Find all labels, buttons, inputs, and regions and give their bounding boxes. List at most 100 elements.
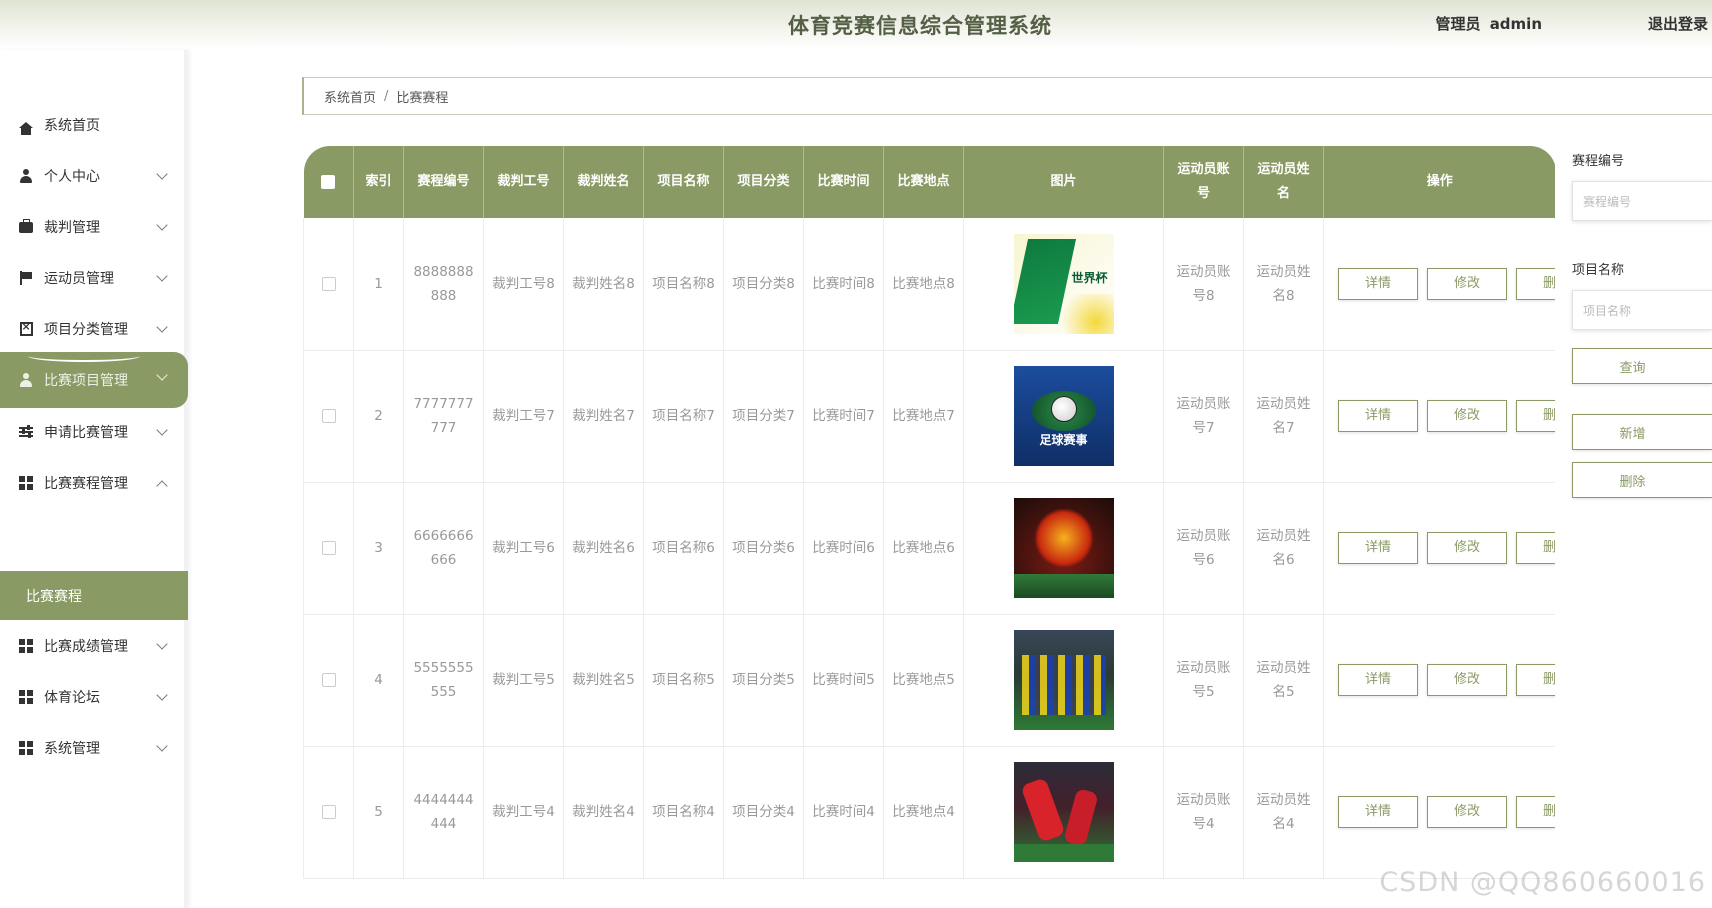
watermark: CSDN @QQ860660016 [1379, 867, 1706, 898]
row-checkbox[interactable] [303, 482, 354, 615]
cell-project-category: 项目分类7 [723, 350, 804, 483]
cell-athlete-name: 运动员姓名8 [1243, 218, 1324, 351]
detail-button[interactable]: 详情 [1338, 664, 1418, 696]
delete-button[interactable]: 删除 [1516, 664, 1555, 696]
detail-button[interactable]: 详情 [1338, 532, 1418, 564]
table-header-row: 索引 赛程编号 裁判工号 裁判姓名 项目名称 项目分类 比赛时间 比赛地点 图片… [303, 146, 1555, 218]
cell-index: 3 [353, 482, 404, 615]
top-header: 体育竞赛信息综合管理系统 管理员 admin 退出登录 [0, 0, 1712, 50]
cell-ref-name: 裁判姓名4 [563, 746, 644, 879]
cell-actions: 详情修改删除 [1323, 614, 1555, 747]
name-search-input[interactable]: 项目名称 [1572, 290, 1712, 330]
schedule-table: 索引 赛程编号 裁判工号 裁判姓名 项目名称 项目分类 比赛时间 比赛地点 图片… [303, 146, 1555, 908]
cell-athlete-name: 运动员姓名5 [1243, 614, 1324, 747]
sidebar-item-forum[interactable]: 体育论坛 [0, 672, 188, 722]
sidebar-item-referee[interactable]: 裁判管理 [0, 202, 188, 252]
cell-ref-name: 裁判姓名5 [563, 614, 644, 747]
cell-project-category: 项目分类4 [723, 746, 804, 879]
logout-button[interactable]: 退出登录 [1648, 13, 1708, 34]
sidebar-subitem-schedule[interactable]: 比赛赛程 [0, 571, 188, 620]
col-header: 裁判工号 [483, 146, 564, 218]
sidebar-item-apply[interactable]: 申请比赛管理 [0, 407, 188, 457]
edit-button[interactable]: 修改 [1427, 267, 1507, 300]
cell-project-category: 项目分类8 [723, 218, 804, 351]
edit-button[interactable]: 修改 [1427, 400, 1507, 432]
sidebar-item-project[interactable]: 比赛项目管理 [0, 352, 188, 408]
cell-code: 5555555555 [403, 614, 484, 747]
grid-icon [18, 475, 34, 491]
cell-time: 比赛时间4 [803, 746, 884, 879]
match-image: 世界杯 [1013, 233, 1114, 334]
row-checkbox[interactable] [303, 350, 354, 483]
cell-actions: 详情修改删除 [1323, 746, 1555, 879]
detail-button[interactable]: 详情 [1338, 400, 1418, 432]
sidebar-item-label: 体育论坛 [44, 690, 100, 706]
cell-image [963, 746, 1164, 879]
breadcrumb-home[interactable]: 系统首页 [324, 87, 376, 106]
detail-button[interactable]: 详情 [1338, 267, 1418, 300]
sidebar-item-athlete[interactable]: 运动员管理 [0, 253, 188, 303]
sidebar-item-label: 裁判管理 [44, 220, 100, 236]
sidebar-item-score[interactable]: 比赛成绩管理 [0, 621, 188, 671]
breadcrumb-separator: / [384, 88, 389, 104]
col-header: 图片 [963, 146, 1164, 218]
cell-index: 5 [353, 746, 404, 879]
cell-athlete-name: 运动员姓名4 [1243, 746, 1324, 879]
cell-image: 足球赛事 [963, 350, 1164, 483]
cell-actions: 详情修改删除 [1323, 482, 1555, 615]
cell-project-name: 项目名称5 [643, 614, 724, 747]
col-header: 运动员账号 [1163, 146, 1244, 218]
col-header: 比赛地点 [883, 146, 964, 218]
row-checkbox[interactable] [303, 218, 354, 351]
cell-actions: 详情修改删除 [1323, 218, 1555, 351]
sidebar-item-label: 运动员管理 [44, 271, 114, 287]
cell-project-category: 项目分类5 [723, 614, 804, 747]
cell-project-name: 项目名称8 [643, 218, 724, 351]
cell-index: 1 [353, 218, 404, 351]
delete-button[interactable]: 删除 [1516, 267, 1555, 300]
chevron-down-icon [156, 219, 168, 231]
user-icon [18, 168, 34, 184]
chevron-up-icon [156, 480, 168, 492]
sidebar-item-schedule[interactable]: 比赛赛程管理 [0, 458, 188, 508]
delete-button[interactable]: 删除 [1516, 532, 1555, 564]
image-caption: 世界杯 [1071, 270, 1108, 285]
edit-button[interactable]: 修改 [1427, 796, 1507, 828]
cell-place: 比赛地点4 [883, 746, 964, 879]
chevron-down-icon [156, 638, 168, 650]
chevron-down-icon [156, 168, 168, 180]
table-row: 2 7777777777 裁判工号7 裁判姓名7 项目名称7 项目分类7 比赛时间7 比赛地点… [303, 350, 1555, 483]
match-image [1013, 498, 1114, 598]
cell-time: 比赛时间6 [803, 482, 884, 615]
cell-ref-id: 裁判工号4 [483, 746, 564, 879]
cell-ref-id: 裁判工号8 [483, 218, 564, 351]
sidebar-item-home[interactable]: 系统首页 [0, 100, 188, 150]
detail-button[interactable]: 详情 [1338, 796, 1418, 828]
cell-athlete-account: 运动员账号7 [1163, 350, 1244, 483]
cell-ref-id: 裁判工号7 [483, 350, 564, 483]
cell-code: 7777777777 [403, 350, 484, 483]
table-row: 4 5555555555 裁判工号5 裁判姓名5 项目名称5 项目分类5 比赛时间5 比赛地点… [303, 614, 1555, 747]
delete-button[interactable]: 删除 [1516, 796, 1555, 828]
cell-athlete-account: 运动员账号8 [1163, 218, 1244, 351]
batch-delete-button[interactable]: 删除 [1572, 462, 1712, 498]
edit-button[interactable]: 修改 [1427, 532, 1507, 564]
delete-button[interactable]: 删除 [1516, 400, 1555, 432]
cell-athlete-account: 运动员账号6 [1163, 482, 1244, 615]
cell-code: 4444444444 [403, 746, 484, 879]
edit-button[interactable]: 修改 [1427, 664, 1507, 696]
row-checkbox[interactable] [303, 614, 354, 747]
add-button[interactable]: 新增 [1572, 414, 1712, 450]
select-all-checkbox[interactable] [303, 146, 354, 218]
name-label: 项目名称 [1572, 263, 1625, 278]
col-header: 运动员姓名 [1243, 146, 1324, 218]
sidebar-item-personal[interactable]: 个人中心 [0, 151, 188, 201]
code-search-input[interactable]: 赛程编号 [1572, 181, 1712, 221]
query-button[interactable]: 查询 [1572, 348, 1712, 384]
user-info: 管理员 admin [1431, 13, 1542, 34]
row-checkbox[interactable] [303, 746, 354, 879]
sidebar-item-category[interactable]: 项目分类管理 [0, 304, 188, 354]
cell-ref-id: 裁判工号6 [483, 482, 564, 615]
box-icon [18, 320, 34, 337]
sidebar-item-system[interactable]: 系统管理 [0, 723, 188, 773]
